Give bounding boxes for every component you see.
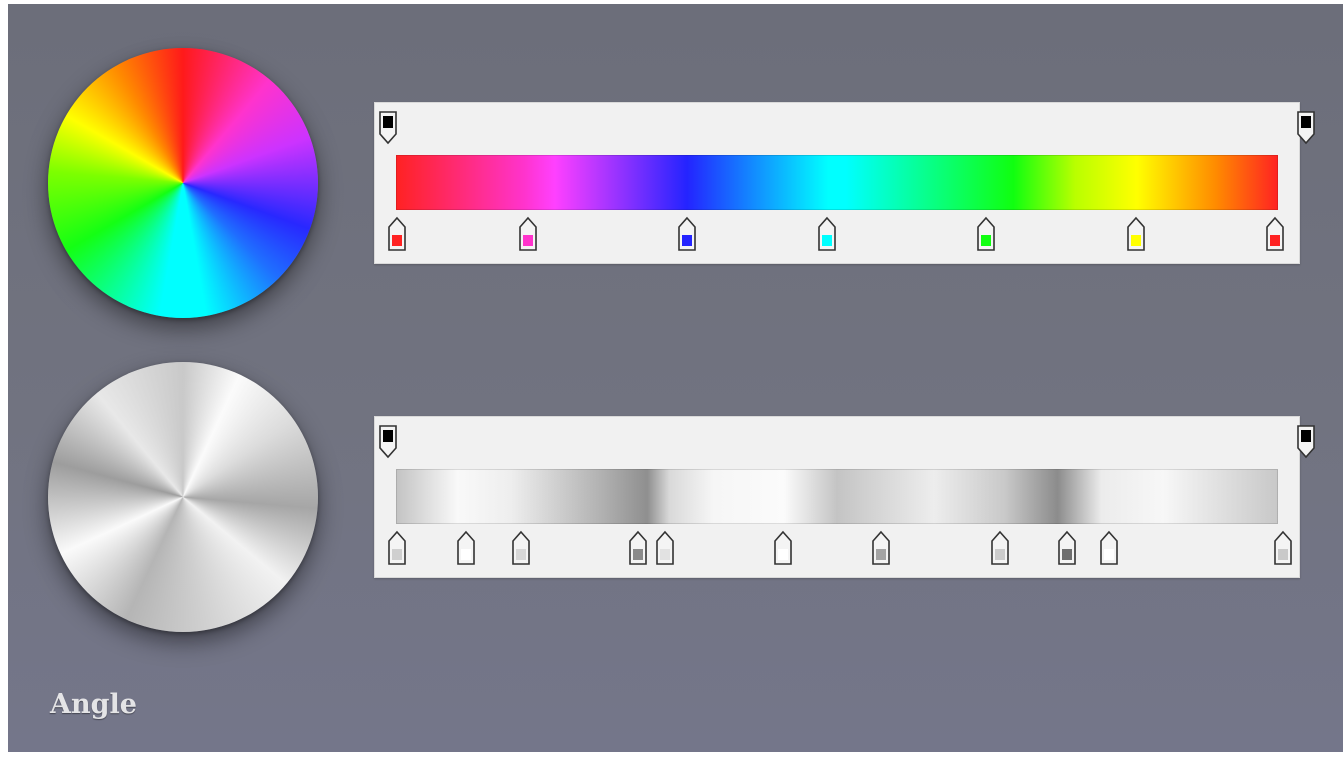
- color-stop-marker[interactable]: [975, 216, 997, 252]
- color-stop-marker[interactable]: [386, 530, 408, 566]
- opacity-stop-marker[interactable]: [1295, 110, 1317, 146]
- opacity-stop-marker[interactable]: [377, 110, 399, 146]
- color-stop-marker[interactable]: [1098, 530, 1120, 566]
- editor-canvas: Angle: [8, 4, 1343, 752]
- color-stop-marker[interactable]: [1272, 530, 1294, 566]
- opacity-stop-marker[interactable]: [377, 424, 399, 460]
- metal-gradient-editor: [374, 416, 1315, 578]
- color-stop-marker[interactable]: [772, 530, 794, 566]
- metal-wheel-preview[interactable]: [48, 362, 318, 632]
- color-stop-marker[interactable]: [870, 530, 892, 566]
- color-stop-marker[interactable]: [386, 216, 408, 252]
- metal-gradient-strip[interactable]: [396, 469, 1278, 524]
- color-wheel-preview[interactable]: [48, 48, 318, 318]
- color-stop-marker[interactable]: [1264, 216, 1286, 252]
- color-stop-marker[interactable]: [510, 530, 532, 566]
- color-stop-marker[interactable]: [654, 530, 676, 566]
- opacity-stop-marker[interactable]: [1295, 424, 1317, 460]
- color-stop-marker[interactable]: [517, 216, 539, 252]
- color-stop-marker[interactable]: [1056, 530, 1078, 566]
- color-stop-marker[interactable]: [816, 216, 838, 252]
- color-stop-marker[interactable]: [676, 216, 698, 252]
- color-gradient-editor: [374, 102, 1315, 264]
- gradient-type-label: Angle: [50, 689, 137, 720]
- color-gradient-strip[interactable]: [396, 155, 1278, 210]
- color-stop-marker[interactable]: [989, 530, 1011, 566]
- color-stop-marker[interactable]: [455, 530, 477, 566]
- color-stop-marker[interactable]: [1125, 216, 1147, 252]
- color-stop-marker[interactable]: [627, 530, 649, 566]
